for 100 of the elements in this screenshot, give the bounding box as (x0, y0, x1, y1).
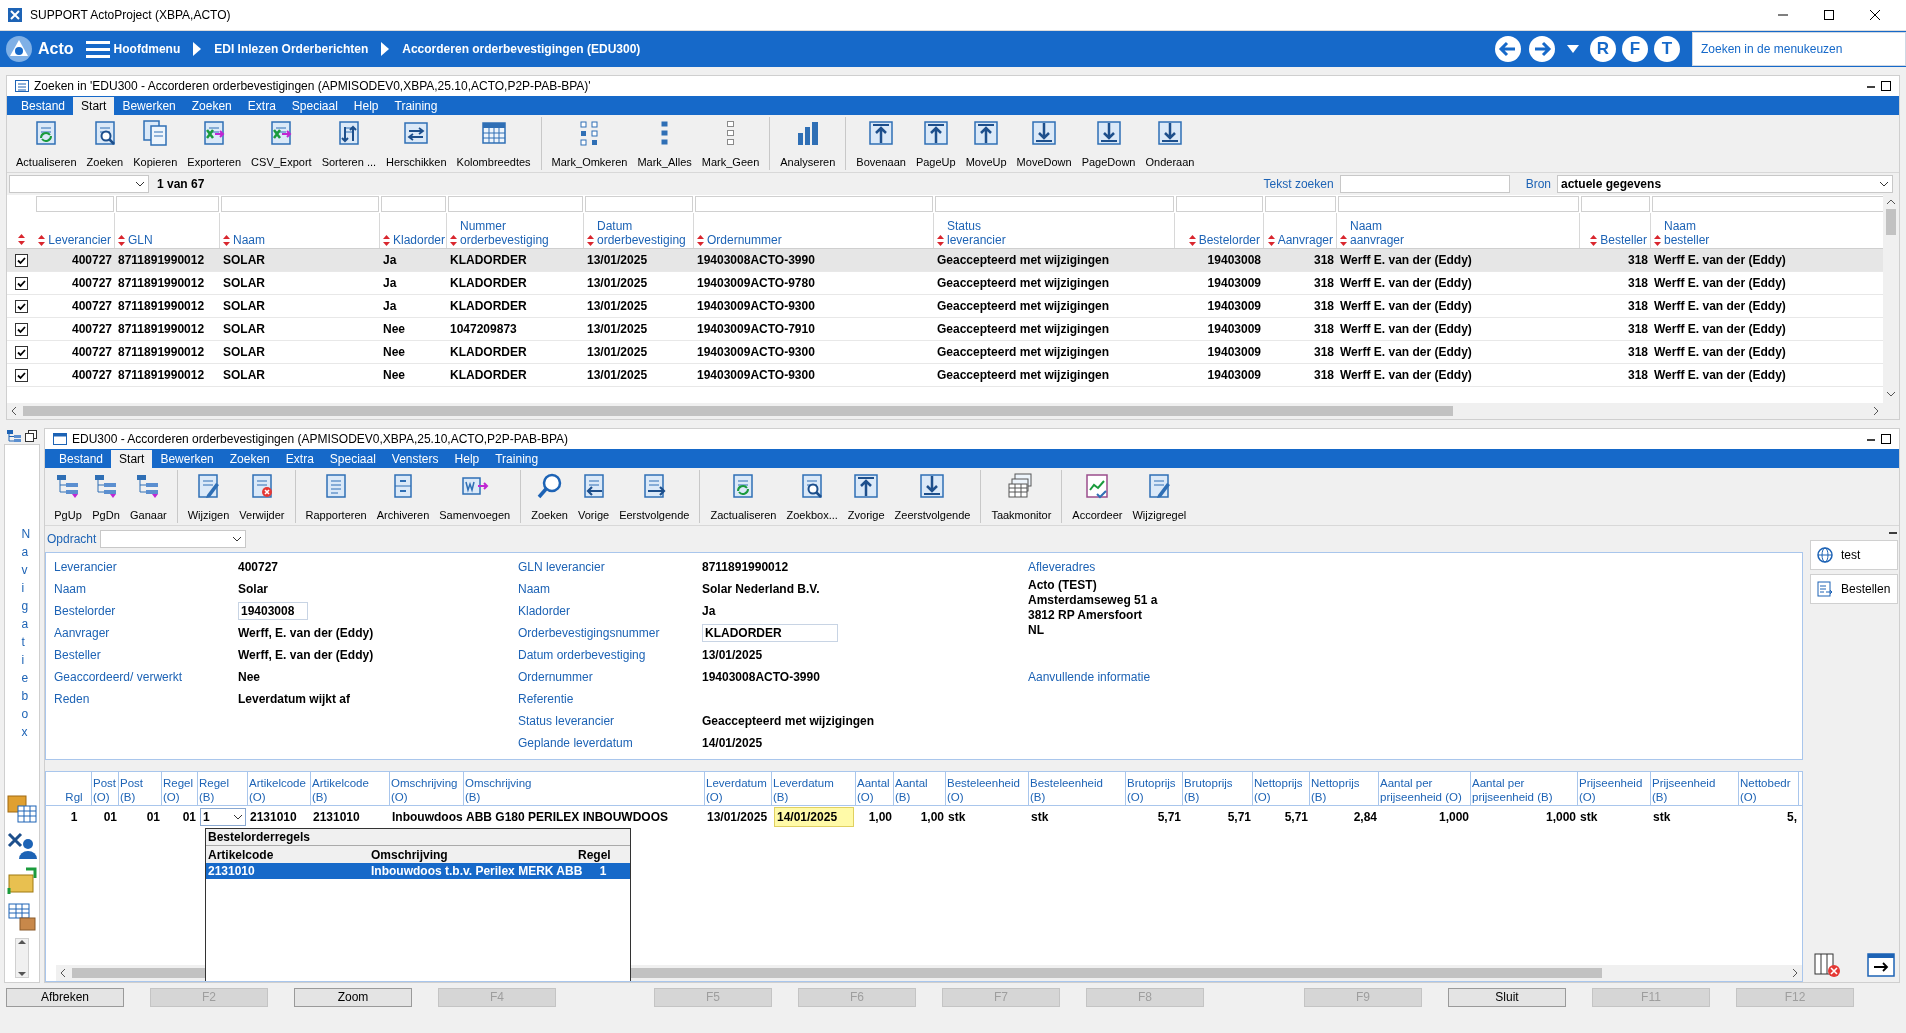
sort-icon[interactable] (697, 234, 704, 246)
column-filter-field[interactable] (1581, 196, 1650, 212)
table-boxes-icon[interactable] (6, 902, 38, 932)
toolbar-button[interactable]: Zoeken (526, 468, 573, 525)
side-button[interactable]: test (1810, 540, 1898, 570)
column-filter-field[interactable] (1652, 196, 1883, 212)
breadcrumb-link[interactable]: EDI Inlezen Orderberichten (214, 40, 369, 58)
toolbar-button[interactable]: Samenvoegen (434, 468, 516, 525)
toolbar-button[interactable]: Herschikken (381, 115, 452, 172)
sort-icon[interactable] (937, 234, 944, 246)
toolbar-button[interactable]: Taakmonitor (986, 468, 1057, 525)
toolbar-button[interactable]: Exporteren (182, 115, 247, 172)
popup-row[interactable]: 2131010 Inbouwdoos t.b.v. Perilex MERK ABB 1 (206, 863, 630, 879)
toolbar-button[interactable]: Kopieren (128, 115, 183, 172)
function-key[interactable]: Afbreken (6, 987, 124, 1007)
toolbar-button[interactable]: PgDn (87, 468, 125, 525)
toolbar-button[interactable]: Zoekbox... (781, 468, 843, 525)
maximize-icon[interactable] (1881, 81, 1891, 91)
toolbar-button[interactable]: Verwijder (234, 468, 290, 525)
toolbar-button[interactable]: Kolombreedtes (451, 115, 536, 172)
letter-button[interactable]: T (1654, 36, 1680, 62)
menu-tab[interactable]: Training (487, 450, 547, 468)
horizontal-scrollbar[interactable] (7, 403, 1883, 419)
function-key[interactable]: Sluit (1448, 987, 1566, 1007)
column-filter-field[interactable] (935, 196, 1174, 212)
menu-tab[interactable]: Bewerken (152, 450, 222, 468)
toolbar-button[interactable]: Zactualiseren (705, 468, 782, 525)
sort-icon[interactable] (587, 234, 594, 246)
column-filter-field[interactable] (448, 196, 583, 212)
menu-tab[interactable]: Start (73, 97, 115, 115)
menu-tab[interactable]: Help (345, 97, 387, 115)
sort-icon[interactable] (1188, 234, 1196, 246)
sort-icon[interactable] (1267, 234, 1275, 246)
input-field[interactable]: 19403008 (238, 602, 308, 620)
toolbar-button[interactable]: Sorteren ... (316, 115, 382, 172)
breadcrumb-link[interactable]: Hoofdmenu (113, 40, 181, 58)
sort-icon[interactable] (38, 234, 46, 246)
checkbox[interactable] (14, 368, 28, 382)
menu-tab[interactable]: Extra (277, 450, 322, 468)
letter-button[interactable]: R (1590, 36, 1616, 62)
menu-tab[interactable]: Bewerken (114, 97, 184, 115)
maximize-icon[interactable] (1881, 434, 1891, 444)
delete-column-icon[interactable] (1813, 952, 1841, 978)
menu-icon[interactable] (85, 40, 110, 58)
column-filter-field[interactable] (381, 196, 446, 212)
exit-window-icon[interactable] (1867, 952, 1895, 978)
scrollbar-thumb[interactable] (1886, 209, 1896, 235)
sort-icon[interactable] (1340, 234, 1347, 246)
toolbar-button[interactable]: Mark_Geen (696, 115, 765, 172)
column-filter-field[interactable] (695, 196, 933, 212)
toolbar-button[interactable]: Accordeer (1067, 468, 1128, 525)
menu-search-field[interactable]: Zoeken in de menukeuzen (1692, 32, 1906, 66)
toolbar-button[interactable]: CSV_Export (246, 115, 317, 172)
sort-icon[interactable] (17, 234, 25, 245)
vertical-scrollbar[interactable] (1883, 195, 1899, 419)
menu-tab[interactable]: Bestand (51, 450, 112, 468)
menu-tab[interactable]: Speciaal (283, 97, 346, 115)
toolbar-button[interactable]: MoveUp (960, 115, 1012, 172)
toolbar-button[interactable]: MoveDown (1011, 115, 1077, 172)
sort-icon[interactable] (118, 234, 125, 246)
column-filter-field[interactable] (36, 196, 114, 212)
column-filter-field[interactable] (1265, 196, 1336, 212)
column-filter-field[interactable] (116, 196, 219, 212)
input-field[interactable]: KLADORDER (702, 624, 838, 642)
toolbar-button[interactable]: Wijzigregel (1127, 468, 1192, 525)
toolbar-button[interactable]: PageUp (910, 115, 961, 172)
sort-icon[interactable] (1590, 234, 1598, 246)
toolbar-button[interactable]: Archiveren (371, 468, 435, 525)
function-key[interactable]: Zoom (294, 987, 412, 1007)
vertical-scrollbar[interactable] (15, 938, 29, 978)
restore-icon[interactable] (25, 430, 37, 442)
toolbar-button[interactable]: Actualiseren (11, 115, 82, 172)
package-grid-icon[interactable] (6, 794, 38, 824)
line-dropdown[interactable]: 1 (200, 808, 246, 826)
checkbox[interactable] (14, 253, 28, 267)
checkbox[interactable] (14, 322, 28, 336)
text-search-field[interactable] (1339, 175, 1510, 193)
menu-tab[interactable]: Bestand (13, 97, 74, 115)
toolbar-button[interactable]: Zeerstvolgende (889, 468, 976, 525)
menu-tab[interactable]: Vensters (383, 450, 447, 468)
toolbar-button[interactable]: Wijzigen (182, 468, 235, 525)
toolbar-button[interactable]: Ganaar (125, 468, 172, 525)
toolbar-button[interactable]: Rapporteren (300, 468, 372, 525)
toolbar-button[interactable]: Onderaan (1140, 115, 1200, 172)
toolbar-button[interactable]: Zoeken (81, 115, 129, 172)
column-filter-field[interactable] (1176, 196, 1263, 212)
menu-tab[interactable]: Speciaal (321, 450, 384, 468)
menu-tab[interactable]: Extra (239, 97, 284, 115)
checkbox[interactable] (14, 345, 28, 359)
toolbar-button[interactable]: Analyseren (775, 115, 841, 172)
toolbar-button[interactable]: PgUp (49, 468, 87, 525)
breadcrumb-link[interactable]: Accorderen orderbevestigingen (EDU300) (402, 40, 641, 58)
toolbar-button[interactable]: Eerstvolgende (614, 468, 695, 525)
toolbar-button[interactable]: Mark_Omkeren (546, 115, 633, 172)
sort-icon[interactable] (223, 234, 230, 246)
sort-icon[interactable] (450, 234, 457, 246)
checkbox[interactable] (14, 276, 28, 290)
column-filter-field[interactable] (585, 196, 693, 212)
column-filter-field[interactable] (1338, 196, 1579, 212)
letter-button[interactable]: F (1622, 36, 1648, 62)
